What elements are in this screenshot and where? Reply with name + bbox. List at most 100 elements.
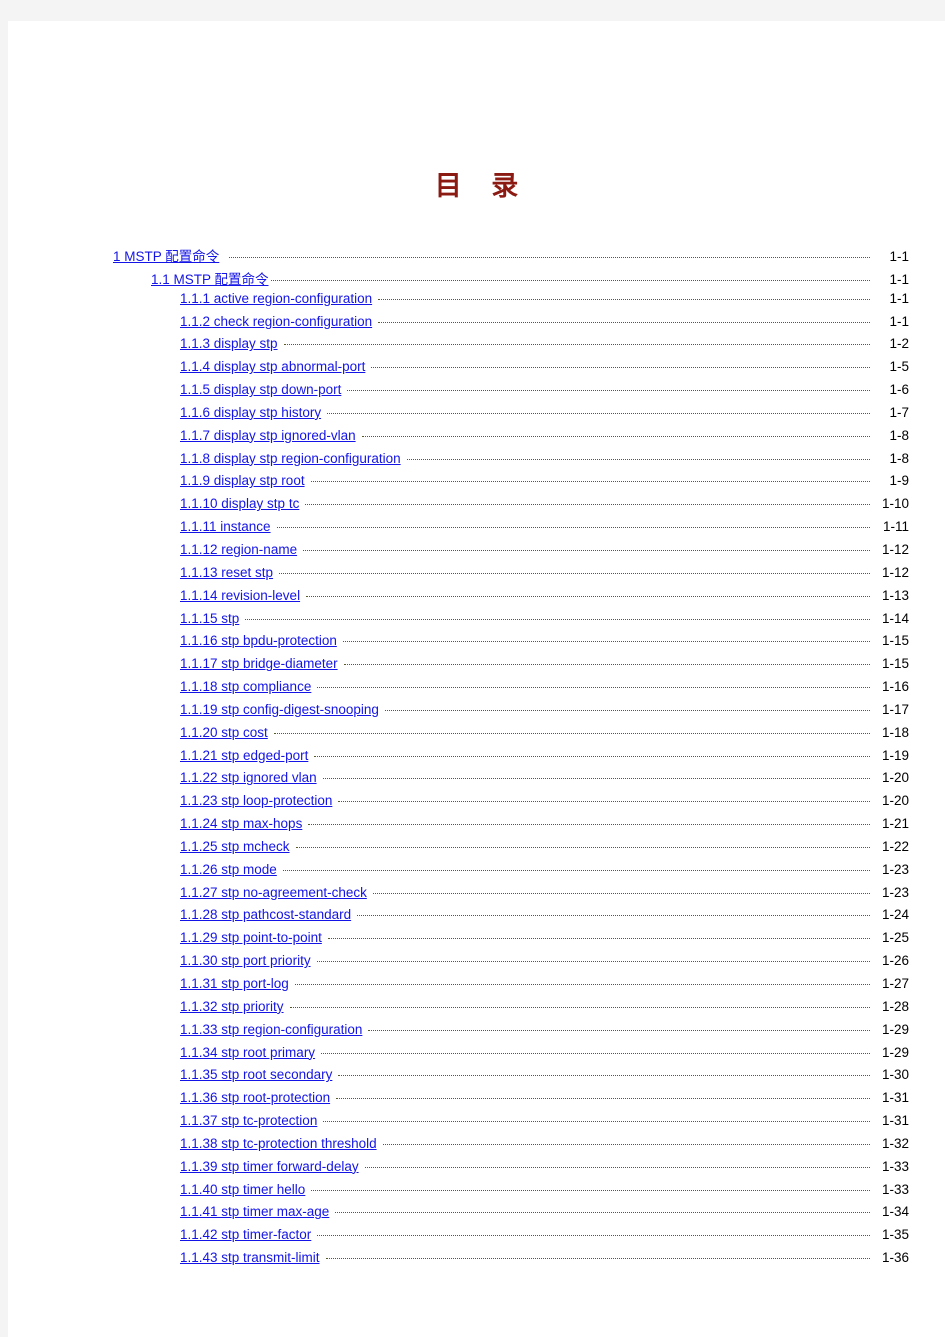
toc-entry-link[interactable]: 1.1.14 revision-level — [180, 588, 300, 603]
toc-entry-link[interactable]: 1.1.16 stp bpdu-protection — [180, 633, 337, 648]
toc-entry-link[interactable]: 1.1.36 stp root-protection — [180, 1090, 330, 1105]
toc-entry-link[interactable]: 1.1.24 stp max-hops — [180, 816, 302, 831]
toc-entry-link[interactable]: 1.1.7 display stp ignored-vlan — [180, 428, 356, 443]
toc-entry[interactable]: 1.1.12 region-name 1-12 — [8, 542, 945, 565]
toc-entry[interactable]: 1.1.1 active region-configuration 1-1 — [8, 291, 945, 314]
toc-entry[interactable]: 1.1.23 stp loop-protection 1-20 — [8, 793, 945, 816]
toc-entry[interactable]: 1.1.11 instance 1-11 — [8, 519, 945, 542]
toc-entry[interactable]: 1.1.16 stp bpdu-protection 1-15 — [8, 633, 945, 656]
toc-entry[interactable]: 1.1.26 stp mode 1-23 — [8, 862, 945, 885]
toc-entry[interactable]: 1.1.24 stp max-hops 1-21 — [8, 816, 945, 839]
toc-entry[interactable]: 1.1.34 stp root primary 1-29 — [8, 1045, 945, 1068]
toc-page-number: 1-1 — [889, 249, 909, 264]
toc-entry-link[interactable]: 1.1.4 display stp abnormal-port — [180, 359, 365, 374]
toc-entry-link[interactable]: 1.1.43 stp transmit-limit — [180, 1250, 320, 1265]
toc-entry-link[interactable]: 1.1.37 stp tc-protection — [180, 1113, 317, 1128]
toc-entry[interactable]: 1.1.8 display stp region-configuration 1-… — [8, 451, 945, 474]
toc-entry[interactable]: 1.1.43 stp transmit-limit 1-36 — [8, 1250, 945, 1273]
toc-entry-link[interactable]: 1.1.10 display stp tc — [180, 496, 299, 511]
toc-entry-link[interactable]: 1.1.22 stp ignored vlan — [180, 770, 317, 785]
toc-entry[interactable]: 1.1.3 display stp 1-2 — [8, 336, 945, 359]
toc-entry-link[interactable]: 1.1.12 region-name — [180, 542, 297, 557]
toc-entry[interactable]: 1.1.36 stp root-protection 1-31 — [8, 1090, 945, 1113]
toc-entry-link[interactable]: 1.1.6 display stp history — [180, 405, 321, 420]
toc-entry-link[interactable]: 1.1.34 stp root primary — [180, 1045, 315, 1060]
toc-entry-link[interactable]: 1.1.1 active region-configuration — [180, 291, 372, 306]
toc-entry[interactable]: 1.1.41 stp timer max-age 1-34 — [8, 1204, 945, 1227]
toc-entry-link[interactable]: 1.1.9 display stp root — [180, 473, 305, 488]
toc-entry-link[interactable]: 1.1.5 display stp down-port — [180, 382, 341, 397]
toc-entry[interactable]: 1.1.37 stp tc-protection 1-31 — [8, 1113, 945, 1136]
toc-entry[interactable]: 1.1.7 display stp ignored-vlan 1-8 — [8, 428, 945, 451]
toc-page-number: 1-28 — [881, 998, 909, 1014]
toc-entry-link[interactable]: 1.1.3 display stp — [180, 336, 278, 351]
toc-entry[interactable]: 1 MSTP 配置命令 1-1 — [8, 245, 945, 268]
toc-entry[interactable]: 1.1.21 stp edged-port 1-19 — [8, 748, 945, 771]
toc-entry[interactable]: 1.1.22 stp ignored vlan 1-20 — [8, 770, 945, 793]
toc-dot-leader — [342, 640, 870, 643]
toc-entry-link[interactable]: 1.1.42 stp timer-factor — [180, 1227, 311, 1242]
toc-entry-link[interactable]: 1.1.18 stp compliance — [180, 679, 311, 694]
toc-entry[interactable]: 1.1.35 stp root secondary 1-30 — [8, 1067, 945, 1090]
toc-entry[interactable]: 1.1.4 display stp abnormal-port 1-5 — [8, 359, 945, 382]
toc-page-number: 1-13 — [881, 587, 909, 603]
toc-entry-link[interactable]: 1.1.15 stp — [180, 611, 239, 626]
toc-entry[interactable]: 1.1.30 stp port priority 1-26 — [8, 953, 945, 976]
toc-entry-link[interactable]: 1.1.17 stp bridge-diameter — [180, 656, 338, 671]
toc-entry-link[interactable]: 1.1.30 stp port priority — [180, 953, 311, 968]
toc-dot-leader — [371, 366, 870, 369]
toc-entry-link[interactable]: 1.1.32 stp priority — [180, 999, 284, 1014]
toc-entry-link[interactable]: 1.1.27 stp no-agreement-check — [180, 885, 367, 900]
toc-entry[interactable]: 1.1.5 display stp down-port 1-6 — [8, 382, 945, 405]
toc-dot-leader — [378, 321, 870, 323]
toc-entry-link[interactable]: 1.1.23 stp loop-protection — [180, 793, 332, 808]
toc-entry[interactable]: 1.1.15 stp 1-14 — [8, 611, 945, 634]
toc-entry-link[interactable]: 1.1.38 stp tc-protection threshold — [180, 1136, 377, 1151]
toc-entry[interactable]: 1.1.29 stp point-to-point 1-25 — [8, 930, 945, 953]
toc-entry[interactable]: 1.1 MSTP 配置命令 1-1 — [8, 268, 945, 291]
page-title: 目 录 — [434, 171, 529, 202]
toc-entry-link[interactable]: 1.1.35 stp root secondary — [180, 1067, 332, 1082]
toc-entry-link[interactable]: 1.1.40 stp timer hello — [180, 1182, 305, 1197]
toc-entry[interactable]: 1.1.39 stp timer forward-delay 1-33 — [8, 1159, 945, 1182]
toc-entry-link[interactable]: 1.1.20 stp cost — [180, 725, 268, 740]
toc-entry-link[interactable]: 1.1.41 stp timer max-age — [180, 1204, 329, 1219]
toc-entry[interactable]: 1.1.2 check region-configuration 1-1 — [8, 314, 945, 337]
toc-entry-link[interactable]: 1.1.19 stp config-digest-snooping — [180, 702, 379, 717]
toc-entry[interactable]: 1.1.9 display stp root 1-9 — [8, 473, 945, 496]
toc-entry[interactable]: 1.1.40 stp timer hello 1-33 — [8, 1182, 945, 1205]
toc-entry-link[interactable]: 1.1.25 stp mcheck — [180, 839, 290, 854]
toc-entry[interactable]: 1.1.32 stp priority 1-28 — [8, 999, 945, 1022]
toc-entry-link[interactable]: 1.1.33 stp region-configuration — [180, 1022, 362, 1037]
toc-entry-link[interactable]: 1.1.11 instance — [180, 519, 271, 534]
toc-entry-link[interactable]: 1.1.21 stp edged-port — [180, 748, 308, 763]
toc-entry-link[interactable]: 1.1.26 stp mode — [180, 862, 277, 877]
toc-entry[interactable]: 1.1.28 stp pathcost-standard 1-24 — [8, 907, 945, 930]
toc-entry-link[interactable]: 1.1.8 display stp region-configuration — [180, 451, 401, 466]
toc-entry[interactable]: 1.1.27 stp no-agreement-check 1-23 — [8, 885, 945, 908]
toc-entry[interactable]: 1.1.13 reset stp 1-12 — [8, 565, 945, 588]
toc-entry-link[interactable]: 1.1.31 stp port-log — [180, 976, 289, 991]
toc-entry-link[interactable]: 1 MSTP 配置命令 — [113, 245, 219, 265]
toc-entry-link[interactable]: 1.1.29 stp point-to-point — [180, 930, 322, 945]
toc-entry[interactable]: 1.1.19 stp config-digest-snooping 1-17 — [8, 702, 945, 725]
toc-entry[interactable]: 1.1.18 stp compliance 1-16 — [8, 679, 945, 702]
toc-entry-link[interactable]: 1.1.13 reset stp — [180, 565, 273, 580]
toc-dot-leader — [343, 663, 870, 666]
toc-entry[interactable]: 1.1.20 stp cost 1-18 — [8, 725, 945, 748]
toc-entry[interactable]: 1.1.17 stp bridge-diameter 1-15 — [8, 656, 945, 679]
toc-entry-link[interactable]: 1.1.28 stp pathcost-standard — [180, 907, 351, 922]
toc-entry-link[interactable]: 1.1 MSTP 配置命令 — [151, 268, 269, 288]
toc-entry-link[interactable]: 1.1.2 check region-configuration — [180, 314, 372, 329]
toc-entry[interactable]: 1.1.25 stp mcheck 1-22 — [8, 839, 945, 862]
toc-dot-leader — [338, 1074, 870, 1077]
toc-entry[interactable]: 1.1.14 revision-level 1-13 — [8, 588, 945, 611]
toc-entry[interactable]: 1.1.38 stp tc-protection threshold 1-32 — [8, 1136, 945, 1159]
toc-page-number: 1-19 — [881, 747, 909, 763]
toc-entry[interactable]: 1.1.10 display stp tc 1-10 — [8, 496, 945, 519]
toc-entry[interactable]: 1.1.6 display stp history 1-7 — [8, 405, 945, 428]
toc-entry-link[interactable]: 1.1.39 stp timer forward-delay — [180, 1159, 359, 1174]
toc-entry[interactable]: 1.1.33 stp region-configuration 1-29 — [8, 1022, 945, 1045]
toc-entry[interactable]: 1.1.42 stp timer-factor 1-35 — [8, 1227, 945, 1250]
toc-entry[interactable]: 1.1.31 stp port-log 1-27 — [8, 976, 945, 999]
